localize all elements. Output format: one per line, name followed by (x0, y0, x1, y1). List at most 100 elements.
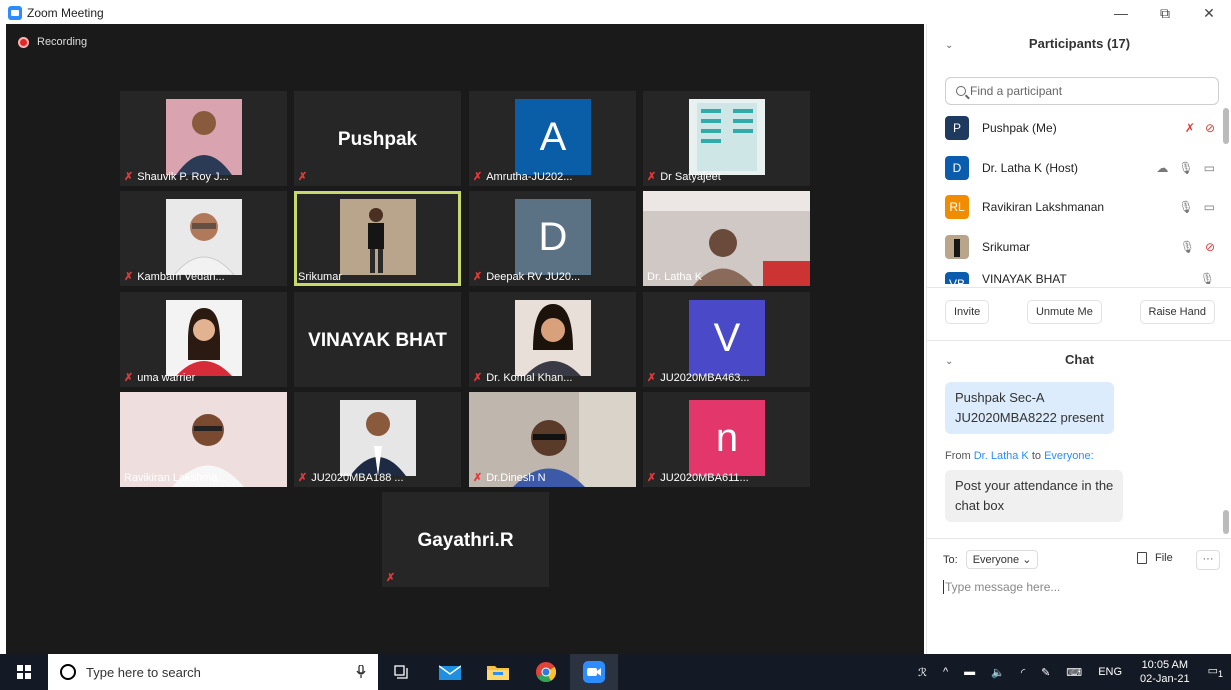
video-off-icon[interactable]: ⊘ (1205, 121, 1215, 135)
video-tile[interactable]: VINAYAK BHAT (294, 292, 461, 387)
clock[interactable]: 10:05 AM 02-Jan-21 (1140, 658, 1190, 686)
taskbar-search[interactable]: Type here to search (48, 654, 378, 690)
video-tile[interactable]: Pushpak ✗ (294, 91, 461, 186)
file-icon (1137, 552, 1147, 564)
mail-icon[interactable] (426, 654, 474, 690)
record-icon (18, 36, 29, 48)
video-tile[interactable]: Dr. Latha K (643, 191, 810, 286)
mic-muted-icon: ✗ (647, 372, 657, 384)
avatar-letter: D (515, 199, 591, 275)
language-indicator[interactable]: ENG (1098, 666, 1122, 678)
video-tile[interactable]: Ravikiran Lakshma... (120, 392, 287, 487)
file-button[interactable]: File (1137, 552, 1173, 564)
tile-name: Dr.Dinesh N (486, 471, 546, 484)
chat-scrollbar[interactable] (1223, 510, 1229, 534)
tile-name-label: ✗ Dr.Dinesh N (473, 471, 546, 485)
tile-name: Shauvik P. Roy J... (137, 170, 229, 183)
participant-photo (166, 99, 242, 175)
video-tile[interactable]: D ✗ Deepak RV JU20... (469, 191, 636, 286)
pen-icon[interactable]: ✎ (1041, 666, 1050, 679)
unmute-me-button[interactable]: Unmute Me (1026, 300, 1102, 324)
video-tile[interactable]: ✗ Dr.Dinesh N (469, 392, 636, 487)
participant-status-icons: 🎙 (1200, 272, 1215, 284)
minimize-button[interactable]: — (1099, 0, 1143, 26)
participant-row[interactable]: Srikumar 🎙 ⊘ (945, 229, 1215, 265)
system-tray: ℛ ^ ▬ 🔈 ◜ ✎ ⌨ ENG 10:05 AM 02-Jan-21 ▭1 (910, 654, 1231, 690)
video-icon[interactable]: ▭ (1204, 200, 1215, 214)
tile-name: Amrutha-JU202... (486, 170, 573, 183)
participant-photo (166, 300, 242, 376)
file-explorer-icon[interactable] (474, 654, 522, 690)
recipient-dropdown[interactable]: Everyone ⌄ (965, 550, 1039, 569)
recording-indicator[interactable]: Recording (18, 36, 87, 48)
participant-actions: Invite Unmute Me Raise Hand (945, 300, 1215, 324)
volume-icon[interactable]: 🔈 (991, 666, 1005, 679)
keyboard-icon[interactable]: ⌨ (1066, 666, 1082, 679)
video-tile[interactable]: ✗ uma warrier (120, 292, 287, 387)
window-title: Zoom Meeting (27, 6, 104, 20)
microphone-icon[interactable] (356, 665, 366, 679)
video-tile[interactable]: ✗ Shauvik P. Roy J... (120, 91, 287, 186)
participant-row[interactable]: RL Ravikiran Lakshmanan 🎙 ▭ (945, 189, 1215, 225)
tile-name-label: ✗ Dr. Komal Khan... (473, 371, 572, 385)
video-tile[interactable]: Gayathri.R ✗ (382, 492, 549, 587)
more-options-button[interactable]: ··· (1196, 550, 1220, 570)
zoom-taskbar-icon[interactable] (570, 654, 618, 690)
raise-hand-button[interactable]: Raise Hand (1139, 300, 1215, 324)
mic-icon[interactable]: 🎙 (1178, 161, 1193, 175)
windows-taskbar: Type here to search ℛ ^ ▬ 🔈 ◜ ✎ ⌨ ENG 10… (0, 654, 1231, 690)
chat-sender-line: From Dr. Latha K to Everyone: (945, 450, 1094, 462)
battery-icon[interactable]: ▬ (964, 666, 975, 678)
mic-icon[interactable]: 🎙 (1178, 200, 1193, 214)
participant-status-icons: ✗ ⊘ (1185, 121, 1215, 135)
video-tile[interactable]: n ✗ JU2020MBA611... (643, 392, 810, 487)
show-hidden-icons[interactable]: ^ (943, 666, 948, 678)
close-button[interactable]: ✕ (1187, 0, 1231, 26)
people-icon[interactable]: ℛ (918, 666, 927, 679)
tile-name-label: ✗ JU2020MBA463... (647, 371, 750, 385)
notification-icon[interactable]: ▭1 (1208, 664, 1223, 679)
task-view-icon[interactable] (378, 654, 426, 690)
participant-name: Srikumar (982, 239, 1031, 254)
divider (927, 340, 1231, 341)
avatar: RL (945, 195, 969, 219)
video-tile[interactable]: ✗ Dr Satyajeet (643, 91, 810, 186)
window-controls: — ⧉ ✕ (1099, 0, 1231, 26)
sender-link[interactable]: Dr. Latha K (974, 450, 1029, 462)
video-tile[interactable]: V ✗ JU2020MBA463... (643, 292, 810, 387)
tile-name-label: Srikumar (298, 271, 342, 283)
video-tile[interactable]: ✗ Kambam Vedan... (120, 191, 287, 286)
video-tile[interactable]: ✗ JU2020MBA188 ... (294, 392, 461, 487)
invite-button[interactable]: Invite (945, 300, 990, 324)
participant-search-input[interactable]: Find a participant (945, 77, 1219, 105)
chat-message-line: Post your attendance in the (955, 478, 1114, 493)
recipient-link[interactable]: Everyone: (1044, 450, 1094, 462)
video-tile[interactable]: A ✗ Amrutha-JU202... (469, 91, 636, 186)
participant-row[interactable]: D Dr. Latha K (Host) ☁ 🎙 ▭ (945, 150, 1215, 186)
tile-name: Dr Satyajeet (660, 170, 721, 183)
tile-name: JU2020MBA188 ... (311, 471, 404, 484)
participant-row[interactable]: P Pushpak (Me) ✗ ⊘ (945, 110, 1215, 146)
mic-icon[interactable]: 🎙 (1180, 240, 1195, 254)
tile-name: Kambam Vedan... (137, 270, 225, 283)
chat-message-input[interactable]: Type message here... (943, 580, 1060, 594)
mic-muted-icon[interactable]: ✗ (1185, 121, 1195, 135)
start-button[interactable] (0, 654, 48, 690)
chrome-icon[interactable] (522, 654, 570, 690)
mic-muted-icon: ✗ (473, 472, 483, 484)
mic-icon[interactable]: 🎙 (1200, 272, 1215, 284)
tile-name-label: ✗ Dr Satyajeet (647, 170, 721, 184)
participants-scrollbar[interactable] (1223, 108, 1229, 144)
participant-row[interactable]: VB VINAYAK BHAT 🎙 (945, 268, 1215, 284)
video-tile[interactable]: ✗ Dr. Komal Khan... (469, 292, 636, 387)
video-tile[interactable]: Srikumar (294, 191, 461, 286)
network-icon[interactable]: ◜ (1021, 666, 1025, 679)
video-off-icon[interactable]: ⊘ (1205, 240, 1215, 254)
restore-button[interactable]: ⧉ (1143, 0, 1187, 26)
mic-muted-icon: ✗ (124, 171, 134, 183)
video-icon[interactable]: ▭ (1204, 161, 1215, 175)
zoom-app-icon (8, 6, 22, 20)
from-prefix: From (945, 450, 971, 462)
participant-photo (340, 400, 416, 476)
tile-name-label: ✗ Kambam Vedan... (124, 270, 225, 284)
